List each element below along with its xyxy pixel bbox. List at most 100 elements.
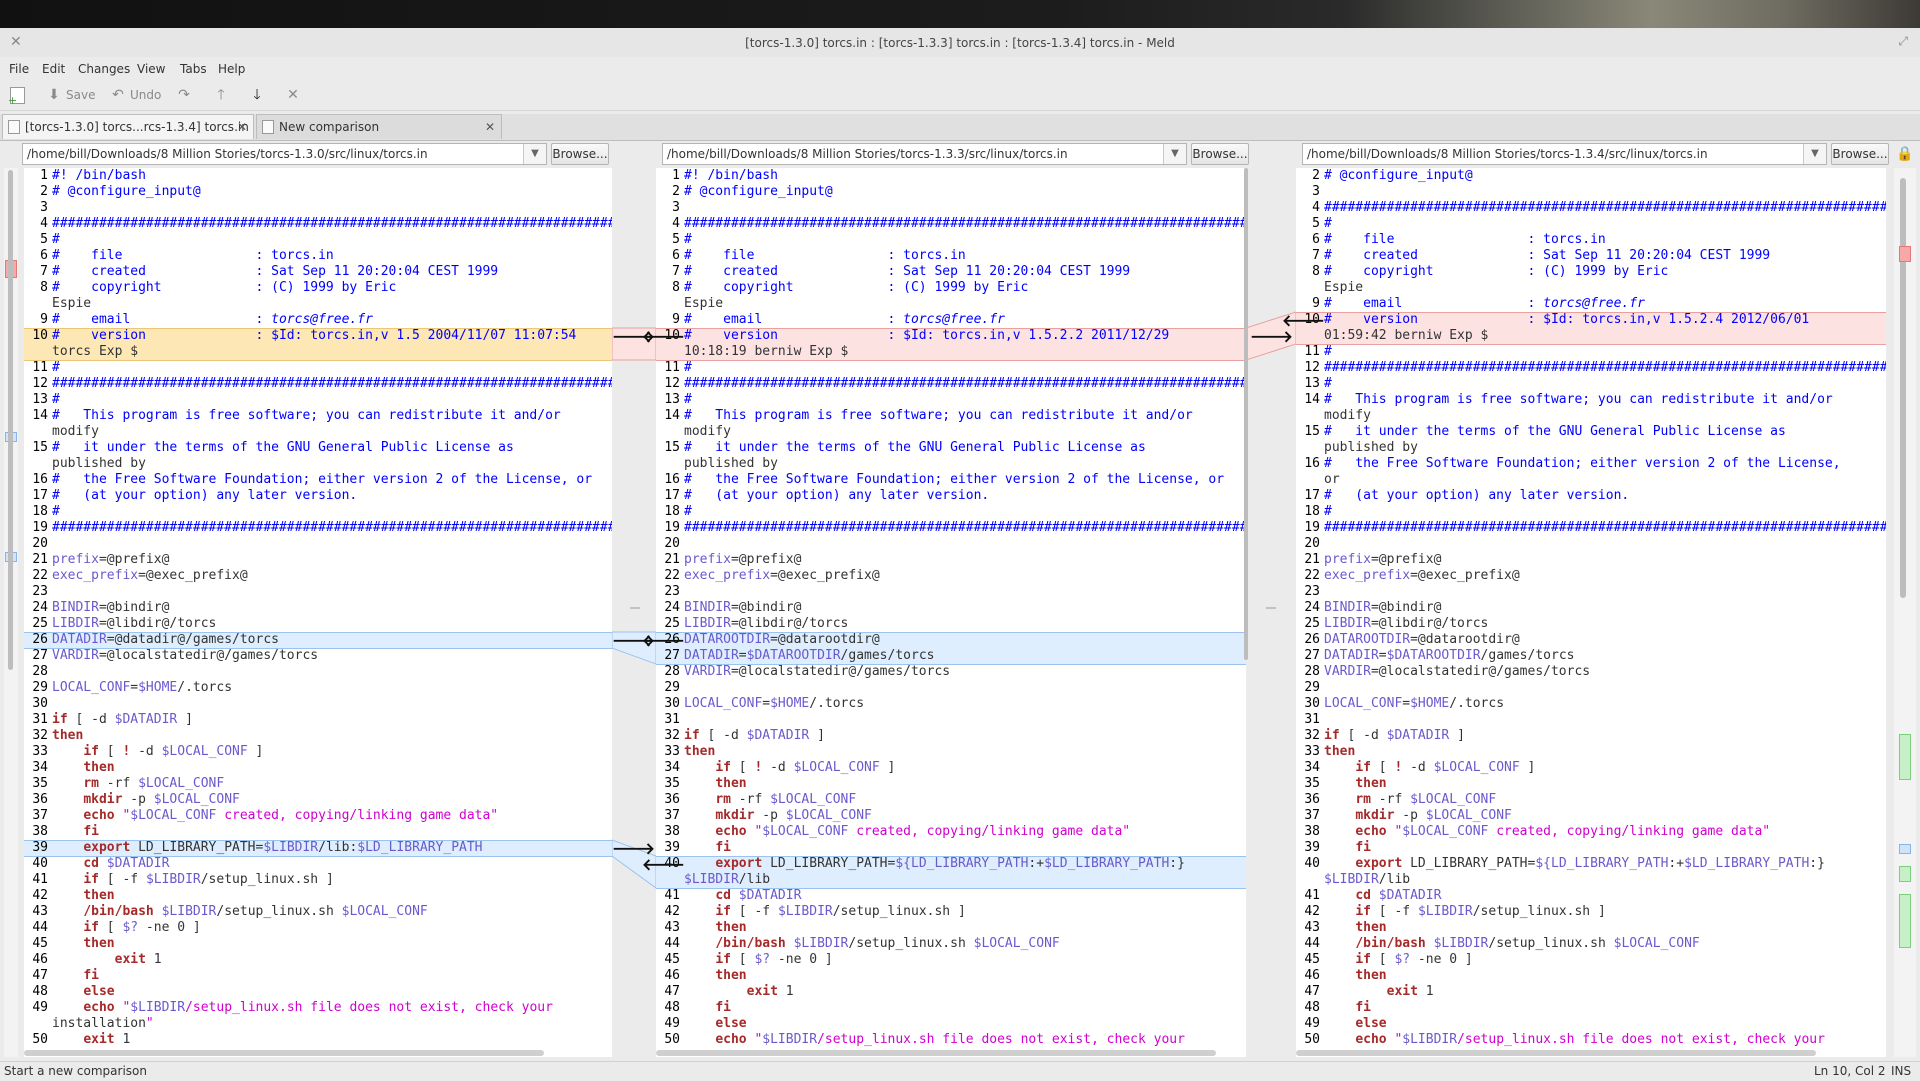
redo-icon: ↷ xyxy=(178,87,190,103)
middle-file-path-combo[interactable]: /home/bill/Downloads/8 Million Stories/t… xyxy=(662,143,1187,165)
line-text: LOCAL_CONF=$HOME/.torcs xyxy=(1324,696,1505,711)
code-line: 32 then xyxy=(32,728,83,744)
line-text: then xyxy=(715,776,747,791)
chevron-down-icon[interactable]: ▼ xyxy=(1803,144,1826,164)
right-diff-map[interactable] xyxy=(1894,168,1916,1057)
line-text: then xyxy=(1355,920,1387,935)
line-text: # the Free Software Foundation; either v… xyxy=(1324,456,1841,471)
code-line: 19 ######################################… xyxy=(1304,520,1886,536)
line-text: DATAROOTDIR=@datarootdir@ xyxy=(684,632,880,647)
code-line: 19 ######################################… xyxy=(32,520,612,536)
code-line: 42 if [ -f $LIBDIR/setup_linux.sh ] xyxy=(1304,904,1605,920)
arrow-left-icon[interactable]: 🡐 xyxy=(642,630,685,650)
line-text: then xyxy=(1355,776,1387,791)
tab-torcs-comparison[interactable]: [torcs-1.3.0] torcs...rcs-1.3.4] torcs.i… xyxy=(2,114,254,139)
arrow-left-icon[interactable]: 🡐 xyxy=(642,854,685,874)
line-text: 10:18:19 berniw Exp $ xyxy=(684,344,849,359)
code-line: 34 then xyxy=(32,760,114,776)
code-line: 49 else xyxy=(1304,1016,1386,1032)
line-text: # it under the terms of the GNU General … xyxy=(1324,424,1786,439)
line-text: # xyxy=(52,392,60,407)
middle-text-pane[interactable]: 1 #! /bin/bash 2 # @configure_input@ 3 4 #####… xyxy=(656,168,1246,1057)
line-text: VARDIR=@localstatedir@/games/torcs xyxy=(684,664,951,679)
stop-button[interactable]: ✕ xyxy=(285,87,301,103)
middle-scroll-thumb[interactable] xyxy=(1244,168,1248,660)
line-number: 7 xyxy=(672,264,680,279)
line-text: Espie xyxy=(1324,280,1364,295)
left-text-pane[interactable]: 1 #! /bin/bash 2 # @configure_input@ 3 4 #####… xyxy=(24,168,612,1057)
line-text: fi xyxy=(83,824,99,839)
line-text: echo "$LIBDIR/setup_linux.sh file does n… xyxy=(1355,1032,1825,1047)
menu-edit[interactable]: Edit xyxy=(42,62,65,76)
redo-button[interactable]: ↷ xyxy=(176,87,192,103)
line-number: 8 xyxy=(40,280,48,295)
code-line: 43 then xyxy=(1304,920,1387,936)
right-text-pane[interactable]: 2 # @configure_input@ 3 4 ##################… xyxy=(1296,168,1886,1057)
file-path-text: /home/bill/Downloads/8 Million Stories/t… xyxy=(1307,147,1708,161)
line-number: 43 xyxy=(1304,920,1320,935)
left-diff-map[interactable] xyxy=(4,168,18,1057)
code-line: 46 exit 1 xyxy=(32,952,161,968)
line-number: 6 xyxy=(40,248,48,263)
new-comparison-button[interactable]: + xyxy=(8,87,25,106)
previous-change-button[interactable]: 🡑 xyxy=(213,87,229,103)
next-change-button[interactable]: 🡓 xyxy=(249,87,265,103)
line-number: 28 xyxy=(664,664,680,679)
code-line: 11 # xyxy=(1304,344,1331,360)
save-button[interactable]: ⬇ Save xyxy=(46,87,95,103)
menu-help[interactable]: Help xyxy=(218,62,245,76)
menu-tabs[interactable]: Tabs xyxy=(180,62,207,76)
line-text: # the Free Software Foundation; either v… xyxy=(684,472,1225,487)
line-text: BINDIR=@bindir@ xyxy=(1324,600,1442,615)
tab-new-comparison[interactable]: New comparison ✕ xyxy=(256,114,502,139)
code-line: 25 LIBDIR=@libdir@/torcs xyxy=(664,616,848,632)
menu-file[interactable]: File xyxy=(9,62,29,76)
code-line: 9 # email : torcs@free.fr xyxy=(672,312,1005,328)
middle-browse-button[interactable]: Browse... xyxy=(1191,143,1249,165)
map-marker-insert xyxy=(1899,894,1911,948)
right-horizontal-scrollbar[interactable] xyxy=(1296,1050,1816,1056)
line-number: 17 xyxy=(664,488,680,503)
menu-view[interactable]: View xyxy=(137,62,165,76)
right-browse-button[interactable]: Browse... xyxy=(1831,143,1889,165)
line-text: ########################################… xyxy=(684,216,1246,231)
arrow-left-icon[interactable]: 🡐 xyxy=(642,326,685,346)
line-text: cd $DATADIR xyxy=(1355,888,1442,903)
code-line: 25 LIBDIR=@libdir@/torcs xyxy=(32,616,216,632)
left-horizontal-scrollbar[interactable] xyxy=(24,1050,544,1056)
chevron-down-icon[interactable]: ▼ xyxy=(1163,144,1186,164)
line-number: 18 xyxy=(664,504,680,519)
line-number: 1 xyxy=(672,168,680,183)
maximize-icon[interactable]: ⤢ xyxy=(1898,34,1908,49)
arrow-left-icon[interactable]: 🡐 xyxy=(1282,310,1325,330)
code-line: 14 # This program is free software; you c… xyxy=(1304,392,1832,408)
line-text: #! /bin/bash xyxy=(684,168,778,183)
line-number: 32 xyxy=(664,728,680,743)
line-text: torcs Exp $ xyxy=(52,344,139,359)
line-text: LIBDIR=@libdir@/torcs xyxy=(1324,616,1489,631)
code-line: $LIBDIR/lib xyxy=(1324,872,1410,888)
menu-changes[interactable]: Changes xyxy=(78,62,130,76)
code-line: 2 # @configure_input@ xyxy=(1312,168,1473,184)
scroll-thumb[interactable] xyxy=(8,170,13,670)
right-file-path-combo[interactable]: /home/bill/Downloads/8 Million Stories/t… xyxy=(1302,143,1827,165)
line-text: ########################################… xyxy=(52,376,612,391)
line-number: 5 xyxy=(1312,216,1320,231)
line-number: 10 xyxy=(32,328,48,343)
scroll-thumb[interactable] xyxy=(1900,178,1906,598)
close-tab-icon[interactable]: ✕ xyxy=(485,115,495,140)
line-text: else xyxy=(715,1016,747,1031)
undo-button[interactable]: ↶ Undo xyxy=(110,87,161,103)
line-number: 1 xyxy=(40,168,48,183)
line-number: 5 xyxy=(672,232,680,247)
line-text: export LD_LIBRARY_PATH=$LIBDIR/lib:$LD_L… xyxy=(83,840,483,855)
document-icon xyxy=(262,120,274,134)
middle-horizontal-scrollbar[interactable] xyxy=(656,1050,1216,1056)
left-browse-button[interactable]: Browse... xyxy=(551,143,609,165)
chevron-down-icon[interactable]: ▼ xyxy=(523,144,546,164)
left-file-path-combo[interactable]: /home/bill/Downloads/8 Million Stories/t… xyxy=(22,143,547,165)
code-line: 5 # xyxy=(40,232,60,248)
close-tab-icon[interactable]: ✕ xyxy=(237,115,247,140)
window-titlebar[interactable]: ✕ [torcs-1.3.0] torcs.in : [torcs-1.3.3]… xyxy=(0,28,1920,59)
code-line: 21 prefix=@prefix@ xyxy=(32,552,169,568)
